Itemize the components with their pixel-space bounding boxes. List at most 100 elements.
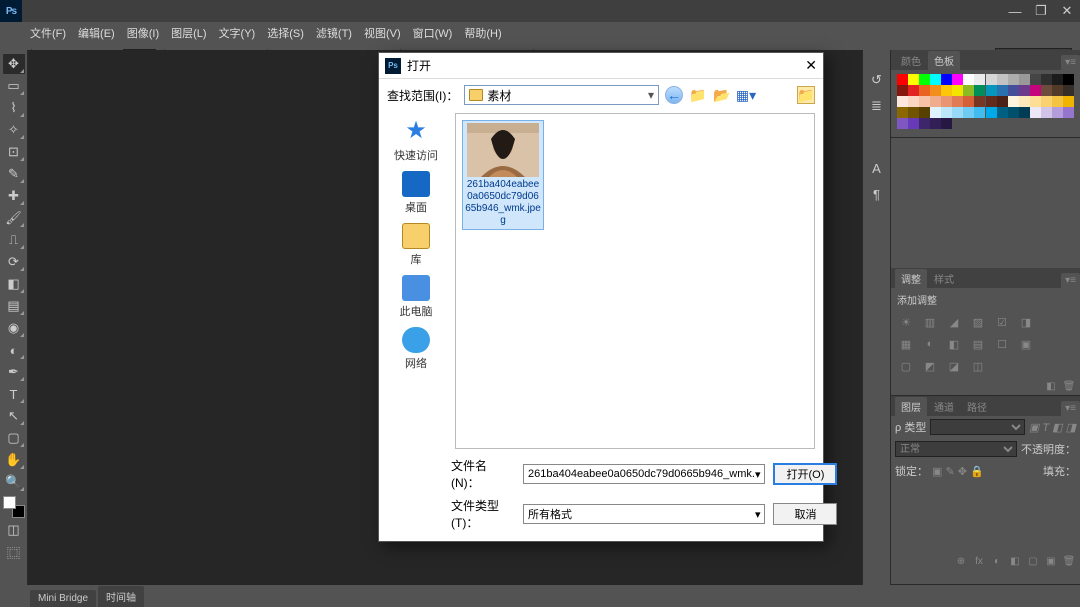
tool-marquee[interactable]: ▭ (3, 76, 25, 96)
tab-mini-bridge[interactable]: Mini Bridge (30, 590, 96, 607)
swatch[interactable] (1019, 74, 1030, 85)
place-pc[interactable]: 此电脑 (384, 275, 448, 319)
swatch[interactable] (919, 85, 930, 96)
color-swatch[interactable] (3, 496, 25, 518)
swatch[interactable] (997, 96, 1008, 107)
file-item-selected[interactable]: 261ba404eabee0a0650dc79d0665b946_wmk.jpe… (462, 120, 544, 230)
swatch[interactable] (908, 74, 919, 85)
swatch[interactable] (963, 107, 974, 118)
swatch[interactable] (1030, 74, 1041, 85)
nav-up-icon[interactable]: 📁 (689, 86, 707, 104)
swatch[interactable] (1041, 74, 1052, 85)
swatch[interactable] (997, 107, 1008, 118)
swatch[interactable] (1041, 85, 1052, 96)
tool-history-brush[interactable]: ⟳ (3, 252, 25, 272)
swatch[interactable] (919, 118, 930, 129)
swatch[interactable] (941, 74, 952, 85)
properties-icon[interactable]: ≣ (866, 96, 888, 116)
swatch[interactable] (941, 85, 952, 96)
swatch[interactable] (1063, 85, 1074, 96)
dialog-titlebar[interactable]: Ps 打开 ✕ (379, 53, 823, 79)
tool-wand[interactable]: ✧ (3, 120, 25, 140)
swatch[interactable] (974, 96, 985, 107)
filetype-combo[interactable]: 所有格式▾ (523, 504, 765, 524)
color-tab-color[interactable]: 颜色 (895, 51, 927, 70)
swatch[interactable] (974, 107, 985, 118)
new-folder-icon[interactable]: 📁 (797, 86, 815, 104)
swatch[interactable] (930, 118, 941, 129)
swatch[interactable] (986, 96, 997, 107)
swatch[interactable] (974, 85, 985, 96)
view-menu-icon[interactable]: ▦▾ (737, 86, 755, 104)
menu-item[interactable]: 图层(L) (171, 25, 206, 41)
tool-zoom[interactable]: 🔍 (3, 472, 25, 492)
nav-recent-icon[interactable]: 📂 (713, 86, 731, 104)
swatch[interactable] (1063, 74, 1074, 85)
tool-stamp[interactable]: ⎍ (3, 230, 25, 250)
swatch[interactable] (930, 74, 941, 85)
dialog-close-icon[interactable]: ✕ (805, 57, 817, 74)
nav-back-icon[interactable]: ← (665, 86, 683, 104)
swatch[interactable] (1030, 85, 1041, 96)
swatch[interactable] (897, 96, 908, 107)
swatch[interactable] (1052, 85, 1063, 96)
swatch[interactable] (963, 74, 974, 85)
swatch[interactable] (1030, 107, 1041, 118)
swatch[interactable] (941, 118, 952, 129)
swatch[interactable] (1063, 107, 1074, 118)
swatch[interactable] (897, 118, 908, 129)
menu-item[interactable]: 滤镜(T) (316, 25, 352, 41)
swatches-grid[interactable] (897, 74, 1074, 129)
tool-heal[interactable]: ✚ (3, 186, 25, 206)
layers-filter[interactable] (930, 419, 1025, 435)
cancel-button[interactable]: 取消 (773, 503, 837, 525)
tool-eraser[interactable]: ◧ (3, 274, 25, 294)
tab-timeline[interactable]: 时间轴 (98, 586, 144, 607)
swatch[interactable] (941, 96, 952, 107)
window-close-icon[interactable]: ✕ (1054, 1, 1080, 21)
tool-hand[interactable]: ✋ (3, 450, 25, 470)
swatch[interactable] (1008, 107, 1019, 118)
swatch[interactable] (897, 107, 908, 118)
swatch[interactable] (1019, 107, 1030, 118)
swatch[interactable] (908, 85, 919, 96)
swatch[interactable] (1052, 74, 1063, 85)
swatch[interactable] (952, 107, 963, 118)
tool-path-select[interactable]: ↖ (3, 406, 25, 426)
swatch[interactable] (941, 107, 952, 118)
panel-menu-icon[interactable]: ▾≡ (1061, 55, 1080, 70)
swatch[interactable] (997, 74, 1008, 85)
menu-item[interactable]: 窗口(W) (413, 25, 453, 41)
tool-move[interactable]: ✥ (3, 54, 25, 74)
swatch[interactable] (1041, 107, 1052, 118)
swatch[interactable] (908, 96, 919, 107)
swatch[interactable] (1052, 96, 1063, 107)
menu-item[interactable]: 选择(S) (267, 25, 304, 41)
tool-type[interactable]: T (3, 384, 25, 404)
tool-pen[interactable]: ✒ (3, 362, 25, 382)
menu-item[interactable]: 帮助(H) (464, 25, 501, 41)
swatch[interactable] (986, 107, 997, 118)
swatch[interactable] (919, 96, 930, 107)
history-icon[interactable]: ↺ (866, 70, 888, 90)
swatch[interactable] (919, 107, 930, 118)
screenmode-icon[interactable]: ⿴ (3, 542, 25, 562)
swatch[interactable] (1008, 96, 1019, 107)
menu-item[interactable]: 视图(V) (364, 25, 401, 41)
swatch[interactable] (897, 85, 908, 96)
swatch[interactable] (997, 85, 1008, 96)
swatch[interactable] (986, 74, 997, 85)
swatch[interactable] (963, 96, 974, 107)
open-button[interactable]: 打开(O) (773, 463, 837, 485)
swatch[interactable] (952, 85, 963, 96)
swatch[interactable] (919, 74, 930, 85)
swatch[interactable] (930, 85, 941, 96)
swatch[interactable] (908, 118, 919, 129)
tool-eyedropper[interactable]: ✎ (3, 164, 25, 184)
color-tab-swatches[interactable]: 色板 (928, 51, 960, 70)
place-net[interactable]: 网络 (384, 327, 448, 371)
swatch[interactable] (974, 74, 985, 85)
menu-item[interactable]: 编辑(E) (78, 25, 115, 41)
place-star[interactable]: ★快速访问 (384, 119, 448, 163)
place-desktop[interactable]: 桌面 (384, 171, 448, 215)
